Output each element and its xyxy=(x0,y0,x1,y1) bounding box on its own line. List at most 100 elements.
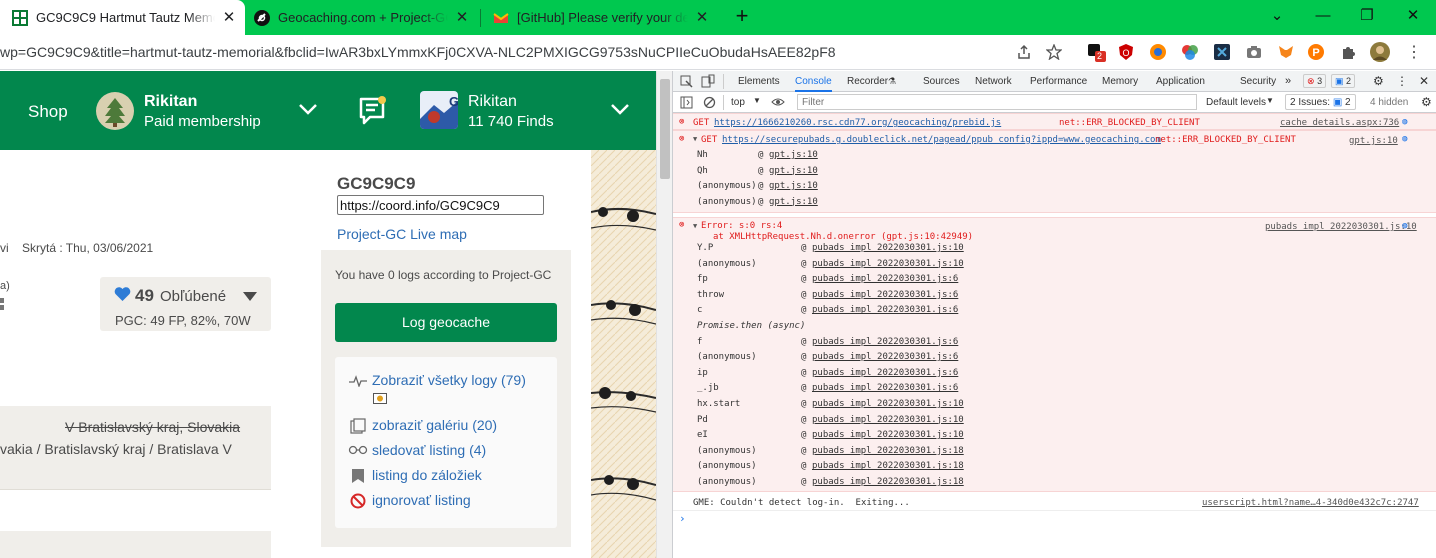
stack-source-link[interactable]: gpt.js:10 xyxy=(769,181,818,191)
tab-project-gc[interactable]: Geocaching.com + Project-GC - Baladin ✕ xyxy=(245,0,480,35)
metamask-icon[interactable] xyxy=(1276,42,1296,62)
stack-source-link[interactable]: gpt.js:10 xyxy=(769,150,818,160)
console-filter-input[interactable] xyxy=(797,94,1197,110)
source-link[interactable]: userscript.html?name…4-340d0e432c7c:2747 xyxy=(1202,498,1419,508)
color-picker-icon[interactable] xyxy=(1180,42,1200,62)
ublock-origin-icon[interactable]: O xyxy=(1116,42,1136,62)
stack-source-link[interactable]: pubads_impl_2022030301.js:10 xyxy=(812,259,964,269)
link-bookmark[interactable]: listing do záložiek xyxy=(372,467,482,483)
issue-count-badge[interactable]: ▣ 2 xyxy=(1331,74,1356,88)
stack-source-link[interactable]: pubads_impl_2022030301.js:10 xyxy=(812,415,964,425)
sidebar-toggle-icon[interactable] xyxy=(680,96,693,109)
tab-application[interactable]: Application xyxy=(1156,71,1205,92)
tab-security[interactable]: Security xyxy=(1240,71,1276,92)
heart-icon[interactable] xyxy=(114,287,131,302)
extension-notifications-icon[interactable]: 2 xyxy=(1086,42,1106,62)
kebab-menu-icon[interactable]: ⋮ xyxy=(1404,42,1424,62)
more-tabs-icon[interactable]: » xyxy=(1285,71,1291,92)
close-window-button[interactable]: ✕ xyxy=(1400,4,1426,28)
address-bar-url[interactable]: wp=GC9C9C9&title=hartmut-tautz-memorial&… xyxy=(0,35,1000,70)
tab-memory[interactable]: Memory xyxy=(1102,71,1138,92)
new-tab-button[interactable]: + xyxy=(730,5,754,29)
page-scrollbar[interactable] xyxy=(656,71,672,558)
context-select[interactable]: top xyxy=(731,97,745,108)
globe-icon[interactable]: ◍ xyxy=(1402,221,1407,231)
stack-source-link[interactable]: pubads_impl_2022030301.js:6 xyxy=(812,383,958,393)
link-gallery[interactable]: zobraziť galériu (20) xyxy=(372,417,497,433)
request-url[interactable]: https://1666210260.rsc.cdn77.org/geocach… xyxy=(714,118,1001,128)
inspect-element-icon[interactable] xyxy=(680,75,693,88)
stack-source-link[interactable]: pubads_impl_2022030301.js:10 xyxy=(812,430,964,440)
tab-cache-page[interactable]: GC9C9C9 Hartmut Tautz Memorial ✕ xyxy=(0,0,245,35)
messages-icon[interactable] xyxy=(356,95,388,127)
stack-source-link[interactable]: pubads_impl_2022030301.js:6 xyxy=(812,290,958,300)
stack-source-link[interactable]: pubads_impl_2022030301.js:6 xyxy=(812,305,958,315)
bookmark-star-icon[interactable] xyxy=(1044,42,1064,62)
clear-console-icon[interactable] xyxy=(703,96,716,109)
scrollbar-thumb[interactable] xyxy=(660,79,670,179)
minimize-button[interactable]: — xyxy=(1310,4,1336,28)
error-count-badge[interactable]: ⊗ 3 xyxy=(1303,74,1327,88)
tab-elements[interactable]: Elements xyxy=(738,71,780,92)
tab-performance[interactable]: Performance xyxy=(1030,71,1087,92)
tab-sources[interactable]: Sources xyxy=(923,71,960,92)
chevron-down-icon[interactable]: ⌄ xyxy=(1264,4,1290,28)
tab-network[interactable]: Network xyxy=(975,71,1012,92)
caret-down-icon[interactable] xyxy=(243,292,257,301)
globe-icon[interactable]: ◍ xyxy=(1402,117,1407,127)
link-watch[interactable]: sledovať listing (4) xyxy=(372,442,486,458)
link-ignore[interactable]: ignorovať listing xyxy=(372,492,471,508)
settings-gear-icon[interactable]: ⚙ xyxy=(1421,95,1432,109)
log-geocache-button[interactable]: Log geocache xyxy=(335,303,557,342)
extensions-puzzle-icon[interactable] xyxy=(1338,42,1358,62)
restore-button[interactable]: ❐ xyxy=(1354,4,1380,28)
device-toolbar-icon[interactable] xyxy=(701,74,715,88)
stack-source-link[interactable]: pubads_impl_2022030301.js:18 xyxy=(812,477,964,487)
link-all-logs[interactable]: Zobraziť všetky logy (79) xyxy=(372,372,526,388)
log-levels-select[interactable]: Default levels xyxy=(1206,97,1266,108)
issues-button[interactable]: 2 Issues: ▣ 2 xyxy=(1285,94,1356,110)
stack-source-link[interactable]: gpt.js:10 xyxy=(769,197,818,207)
stack-source-link[interactable]: pubads_impl_2022030301.js:6 xyxy=(812,368,958,378)
camera-icon[interactable] xyxy=(1244,42,1264,62)
close-icon[interactable]: ✕ xyxy=(1419,71,1429,92)
stack-source-link[interactable]: pubads_impl_2022030301.js:6 xyxy=(812,337,958,347)
tab-console[interactable]: Console xyxy=(795,71,832,92)
settings-gear-icon[interactable]: ⚙ xyxy=(1373,71,1384,92)
share-icon[interactable] xyxy=(1014,42,1034,62)
close-icon[interactable]: ✕ xyxy=(694,9,710,26)
expand-triangle-icon[interactable]: ▼ xyxy=(693,222,697,230)
stack-source-link[interactable]: pubads_impl_2022030301.js:18 xyxy=(812,461,964,471)
avatar[interactable] xyxy=(96,92,134,130)
console-prompt[interactable]: › xyxy=(679,512,686,525)
caret-down-icon[interactable]: ▼ xyxy=(753,96,761,105)
source-link[interactable]: gpt.js:10 xyxy=(1349,136,1398,146)
extension-x-icon[interactable] xyxy=(1212,42,1232,62)
tab-recorder[interactable]: Recorder xyxy=(847,71,888,92)
expand-triangle-icon[interactable]: ▼ xyxy=(693,135,697,143)
stack-source-link[interactable]: gpt.js:10 xyxy=(769,166,818,176)
shop-link[interactable]: Shop xyxy=(28,102,68,122)
stack-source-link[interactable]: pubads_impl_2022030301.js:10 xyxy=(812,399,964,409)
request-url[interactable]: https://securepubads.g.doubleclick.net/p… xyxy=(722,135,1161,145)
kebab-menu-icon[interactable]: ⋮ xyxy=(1396,71,1408,92)
eye-icon[interactable] xyxy=(771,97,785,107)
globe-icon[interactable]: ◍ xyxy=(1402,134,1407,144)
tab-github-mail[interactable]: [GitHub] Please verify your device ✕ xyxy=(480,0,720,35)
close-icon[interactable]: ✕ xyxy=(221,9,237,26)
stack-source-link[interactable]: pubads_impl_2022030301.js:6 xyxy=(812,352,958,362)
chevron-down-icon[interactable] xyxy=(610,102,630,116)
stack-source-link[interactable]: pubads_impl_2022030301.js:18 xyxy=(812,446,964,456)
source-link[interactable]: cache_details.aspx:736 xyxy=(1280,118,1399,128)
source-link[interactable]: pubads_impl_2022030301.js:10 xyxy=(1265,222,1417,232)
close-icon[interactable]: ✕ xyxy=(454,9,470,26)
caret-down-icon[interactable]: ▼ xyxy=(1266,96,1274,105)
stack-source-link[interactable]: pubads_impl_2022030301.js:6 xyxy=(812,274,958,284)
pgc-live-map-link[interactable]: Project-GC Live map xyxy=(337,226,467,242)
firefox-relay-icon[interactable] xyxy=(1148,42,1168,62)
stack-source-link[interactable]: pubads_impl_2022030301.js:10 xyxy=(812,243,964,253)
chevron-down-icon[interactable] xyxy=(298,102,318,116)
avatar[interactable]: G xyxy=(420,91,458,129)
extension-p-icon[interactable]: P xyxy=(1306,42,1326,62)
coord-info-field[interactable] xyxy=(337,195,544,215)
